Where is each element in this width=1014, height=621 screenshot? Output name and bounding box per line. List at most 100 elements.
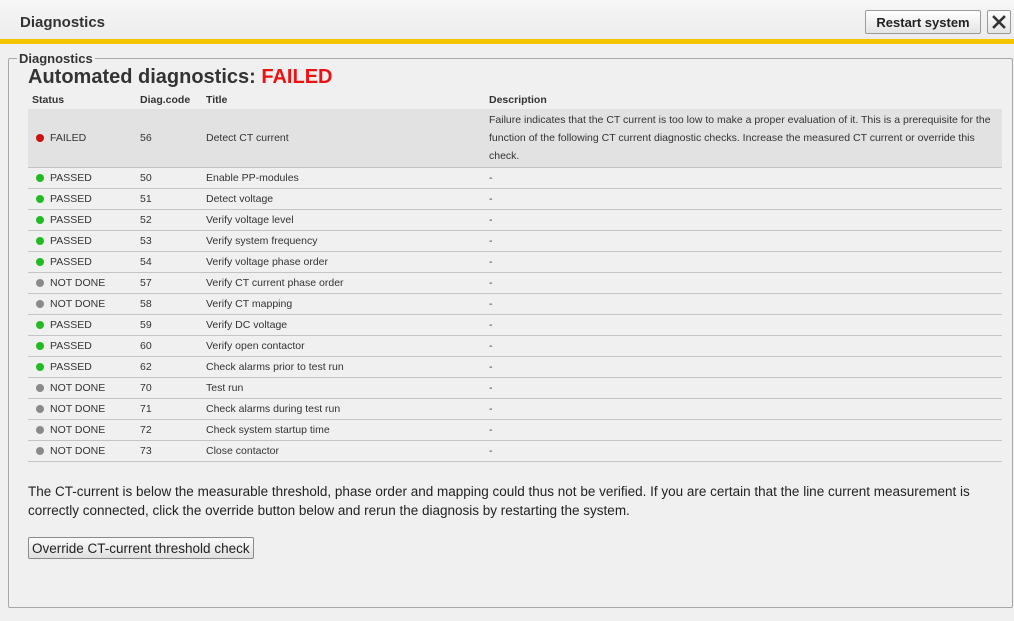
- table-header-row: Status Diag.code Title Description: [28, 90, 1002, 109]
- status-not-done-icon: [36, 405, 44, 413]
- heading-prefix: Automated diagnostics:: [28, 66, 262, 88]
- title-cell: Verify CT current phase order: [202, 272, 485, 294]
- title-cell: Check alarms prior to test run: [202, 356, 485, 378]
- status-label: PASSED: [50, 235, 92, 247]
- column-header-code: Diag.code: [140, 93, 191, 106]
- status-cell: PASSED: [28, 335, 136, 357]
- description-cell: -: [485, 230, 1002, 252]
- table-row: PASSED 53 Verify system frequency -: [28, 230, 1002, 252]
- status-label: NOT DONE: [50, 403, 106, 415]
- main-content: Diagnostics Automated diagnostics: FAILE…: [0, 44, 1014, 621]
- table-row: PASSED 52 Verify voltage level -: [28, 209, 1002, 231]
- code-cell: 52: [136, 209, 202, 231]
- title-cell: Verify open contactor: [202, 335, 485, 357]
- status-passed-icon: [36, 342, 44, 350]
- description-cell: -: [485, 251, 1002, 273]
- status-passed-icon: [36, 216, 44, 224]
- status-cell: NOT DONE: [28, 377, 136, 399]
- status-label: NOT DONE: [50, 298, 106, 310]
- status-passed-icon: [36, 321, 44, 329]
- code-cell: 51: [136, 188, 202, 210]
- status-cell: NOT DONE: [28, 419, 136, 441]
- status-cell: PASSED: [28, 167, 136, 189]
- status-not-done-icon: [36, 279, 44, 287]
- overall-status: FAILED: [261, 66, 333, 88]
- status-label: PASSED: [50, 193, 92, 205]
- table-row: PASSED 59 Verify DC voltage -: [28, 314, 1002, 336]
- title-cell: Verify CT mapping: [202, 293, 485, 315]
- code-cell: 70: [136, 377, 202, 399]
- status-cell: NOT DONE: [28, 398, 136, 420]
- close-button[interactable]: [987, 10, 1011, 34]
- description-cell: -: [485, 377, 1002, 399]
- status-not-done-icon: [36, 300, 44, 308]
- title-cell: Verify voltage level: [202, 209, 485, 231]
- title-cell: Detect voltage: [202, 188, 485, 210]
- column-header-description: Description: [489, 93, 547, 106]
- status-passed-icon: [36, 363, 44, 371]
- code-cell: 56: [136, 109, 202, 168]
- title-cell: Test run: [202, 377, 485, 399]
- table-row: PASSED 62 Check alarms prior to test run -: [28, 356, 1002, 378]
- title-cell: Enable PP-modules: [202, 167, 485, 189]
- diagnostics-panel: Diagnostics Automated diagnostics: FAILE…: [8, 51, 1013, 608]
- description-cell: -: [485, 188, 1002, 210]
- status-passed-icon: [36, 258, 44, 266]
- status-label: NOT DONE: [50, 277, 106, 289]
- code-cell: 50: [136, 167, 202, 189]
- table-row: NOT DONE 71 Check alarms during test run -: [28, 398, 1002, 420]
- status-cell: PASSED: [28, 356, 136, 378]
- description-cell: -: [485, 272, 1002, 294]
- override-threshold-button[interactable]: Override CT-current threshold check: [28, 537, 254, 559]
- status-cell: NOT DONE: [28, 440, 136, 462]
- table-row: NOT DONE 70 Test run -: [28, 377, 1002, 399]
- description-cell: -: [485, 440, 1002, 462]
- title-bar: Diagnostics Restart system: [0, 0, 1014, 44]
- table-row: NOT DONE 58 Verify CT mapping -: [28, 293, 1002, 315]
- table-row: FAILED 56 Detect CT current Failure indicat…: [28, 109, 1002, 168]
- code-cell: 72: [136, 419, 202, 441]
- status-passed-icon: [36, 237, 44, 245]
- close-icon: [992, 15, 1006, 29]
- title-cell: Check alarms during test run: [202, 398, 485, 420]
- panel-legend: Diagnostics: [19, 51, 93, 66]
- title-cell: Verify DC voltage: [202, 314, 485, 336]
- column-header-status: Status: [32, 93, 65, 106]
- table-row: NOT DONE 73 Close contactor -: [28, 440, 1002, 462]
- status-label: PASSED: [50, 340, 92, 352]
- status-cell: NOT DONE: [28, 293, 136, 315]
- description-cell: -: [485, 356, 1002, 378]
- page-title: Automated diagnostics: FAILED: [28, 66, 1002, 88]
- description-cell: -: [485, 293, 1002, 315]
- status-cell: PASSED: [28, 209, 136, 231]
- status-cell: NOT DONE: [28, 272, 136, 294]
- status-label: NOT DONE: [50, 382, 106, 394]
- status-cell: PASSED: [28, 230, 136, 252]
- description-cell: Failure indicates that the CT current is…: [485, 109, 1002, 168]
- description-cell: -: [485, 419, 1002, 441]
- code-cell: 60: [136, 335, 202, 357]
- status-cell: PASSED: [28, 251, 136, 273]
- code-cell: 58: [136, 293, 202, 315]
- table-row: PASSED 50 Enable PP-modules -: [28, 167, 1002, 189]
- code-cell: 53: [136, 230, 202, 252]
- code-cell: 71: [136, 398, 202, 420]
- status-label: PASSED: [50, 319, 92, 331]
- description-cell: -: [485, 167, 1002, 189]
- code-cell: 62: [136, 356, 202, 378]
- status-label: NOT DONE: [50, 445, 106, 457]
- restart-system-button[interactable]: Restart system: [865, 10, 981, 34]
- table-row: PASSED 51 Detect voltage -: [28, 188, 1002, 210]
- status-passed-icon: [36, 195, 44, 203]
- title-cell: Verify voltage phase order: [202, 251, 485, 273]
- code-cell: 54: [136, 251, 202, 273]
- description-cell: -: [485, 314, 1002, 336]
- title-cell: Check system startup time: [202, 419, 485, 441]
- description-cell: -: [485, 209, 1002, 231]
- code-cell: 73: [136, 440, 202, 462]
- status-label: FAILED: [50, 132, 87, 144]
- window-title: Diagnostics: [20, 14, 106, 31]
- code-cell: 59: [136, 314, 202, 336]
- column-header-title: Title: [206, 93, 228, 106]
- diagnostics-table: Status Diag.code Title Description FAILE…: [28, 90, 1002, 462]
